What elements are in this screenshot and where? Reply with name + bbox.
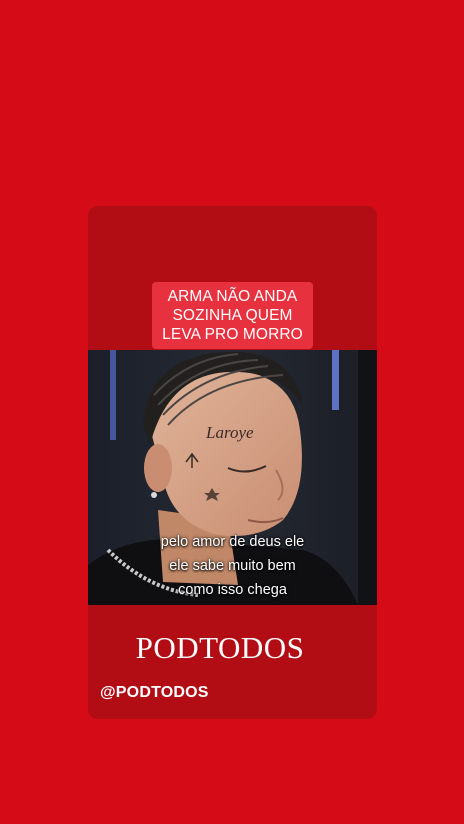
account-handle[interactable]: @PODTODOS (100, 684, 209, 702)
headline-box: ARMA NÃO ANDA SOZINHA QUEM LEVA PRO MORR… (152, 282, 313, 349)
subtitle-line-3: como isso chega (178, 582, 287, 598)
headline-line-2: SOZINHA QUEM (172, 307, 293, 324)
brand-logo-text: PODTODOS (135, 630, 305, 665)
video-subtitles: pelo amor de deus ele ele sabe muito bem… (88, 530, 377, 602)
story-card: ARMA NÃO ANDA SOZINHA QUEM LEVA PRO MORR… (88, 206, 377, 719)
subtitle-line-2: ele sabe muito bem (169, 558, 296, 574)
headline-line-3: LEVA PRO MORRO (162, 326, 303, 343)
svg-text:Laroye: Laroye (205, 423, 254, 442)
subtitle-line-1: pelo amor de deus ele (160, 534, 305, 550)
headline-line-1: ARMA NÃO ANDA (167, 288, 298, 305)
video-frame[interactable]: Laroye pelo amor de deus ele ele sabe mu… (88, 350, 377, 605)
